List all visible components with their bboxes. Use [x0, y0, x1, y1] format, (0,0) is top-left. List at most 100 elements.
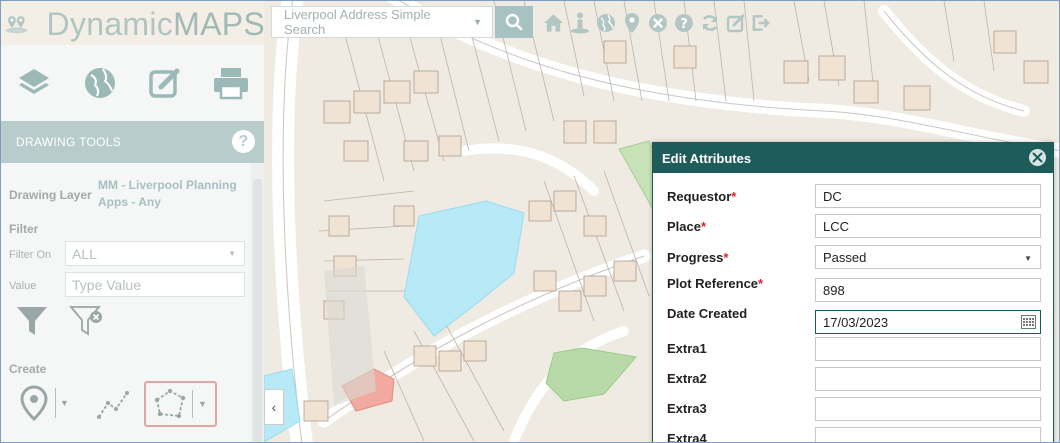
print-button[interactable] — [198, 66, 264, 100]
field-place: Place* LCC — [653, 212, 1053, 242]
field-label: Progress* — [667, 250, 729, 265]
search-icon — [505, 13, 523, 31]
svg-text:?: ? — [680, 17, 688, 32]
close-button[interactable] — [1029, 149, 1046, 166]
create-point-button[interactable]: ▼ — [19, 385, 69, 421]
clear-icon[interactable] — [647, 11, 668, 35]
drawing-layer-value[interactable]: MM - Liverpool Planning Apps - Any — [98, 177, 238, 211]
field-plot-reference: Plot Reference* 898 — [653, 276, 1053, 306]
field-progress: Progress* Passed ▼ — [653, 243, 1053, 273]
field-label: Place* — [667, 219, 707, 234]
close-icon — [1032, 152, 1043, 163]
map-marker-icon[interactable] — [621, 11, 642, 35]
create-polygon-button[interactable]: ▼ — [144, 381, 217, 427]
edit-attributes-dialog: Edit Attributes Requestor* DC Place* LCC… — [652, 142, 1054, 443]
extra3-input[interactable] — [815, 397, 1041, 421]
address-search-select[interactable]: Liverpool Address Simple Search ▼ — [271, 6, 493, 38]
field-value: 898 — [823, 282, 845, 298]
field-label: Plot Reference* — [667, 276, 764, 291]
globe-icon — [84, 68, 115, 98]
value-placeholder: Type Value — [72, 276, 142, 293]
edit-button[interactable] — [133, 66, 199, 100]
field-label: Extra2 — [667, 371, 707, 386]
apply-filter-button[interactable] — [15, 304, 49, 343]
field-requestor: Requestor* DC — [653, 182, 1053, 212]
field-value: LCC — [823, 218, 850, 234]
sidebar-icon-bar — [1, 45, 264, 121]
layers-button[interactable] — [1, 67, 67, 99]
scrollbar-thumb[interactable] — [253, 179, 262, 442]
dialog-title: Edit Attributes — [662, 150, 752, 166]
value-input[interactable]: Type Value — [65, 272, 245, 297]
date-created-input[interactable]: 17/03/2023 — [815, 310, 1041, 334]
plot-reference-input[interactable]: 898 — [815, 278, 1041, 302]
dialog-header: Edit Attributes — [653, 143, 1053, 173]
field-extra3: Extra3 — [653, 395, 1053, 425]
logo-pins-icon — [5, 16, 28, 34]
app-window: ‹ DynamicMAPS Liverpool Address Simple S… — [0, 0, 1060, 443]
field-value: 17/03/2023 — [823, 314, 889, 330]
edit-icon[interactable] — [725, 11, 746, 35]
search-button[interactable] — [495, 6, 533, 38]
caret-down-icon: ▼ — [473, 17, 482, 27]
caret-down-icon: ▼ — [60, 398, 69, 408]
collapse-sidebar-button[interactable]: ‹ — [264, 389, 284, 425]
field-value: Passed — [823, 249, 867, 265]
create-label: Create — [9, 362, 47, 376]
filter-on-label: Filter On — [9, 249, 52, 261]
field-label: Requestor* — [667, 189, 737, 204]
drawing-tools-header: DRAWING TOOLS ? — [1, 121, 264, 163]
filter-icon — [17, 307, 47, 335]
polygon-icon — [154, 388, 186, 419]
logout-icon[interactable] — [751, 11, 772, 35]
map-marker-icon — [20, 385, 48, 421]
refresh-icon[interactable] — [699, 11, 720, 35]
field-extra4: Extra4 — [653, 425, 1053, 443]
caret-down-icon: ▼ — [198, 399, 207, 409]
place-input[interactable]: LCC — [815, 214, 1041, 238]
field-label: Extra3 — [667, 401, 707, 416]
field-label: Extra1 — [667, 341, 707, 356]
value-label: Value — [9, 280, 37, 292]
logo-text-plain: Dynamic — [46, 5, 174, 42]
chevron-left-icon: ‹ — [271, 399, 277, 415]
globe-button[interactable] — [67, 66, 133, 100]
field-label: Extra4 — [667, 431, 707, 443]
field-value: DC — [823, 188, 842, 204]
extra2-input[interactable] — [815, 367, 1041, 391]
help-icon[interactable]: ? — [232, 130, 255, 153]
globe-icon[interactable] — [595, 11, 616, 35]
search-placeholder: Liverpool Address Simple Search — [284, 7, 431, 37]
field-date-created: Date Created 17/03/2023 — [653, 306, 1053, 338]
requestor-input[interactable]: DC — [815, 184, 1041, 208]
edit-icon — [149, 68, 180, 98]
sidebar: DRAWING TOOLS ? Drawing Layer MM - Liver… — [1, 45, 264, 442]
logo-text-bold: MAPS — [173, 5, 265, 42]
progress-select[interactable]: Passed ▼ — [815, 245, 1041, 269]
help-icon[interactable]: ? — [673, 11, 694, 35]
polyline-icon — [97, 391, 129, 419]
filter-on-select[interactable]: ALL ▼ — [65, 241, 245, 266]
filter-on-value: ALL — [72, 245, 97, 262]
caret-down-icon: ▼ — [228, 249, 236, 258]
create-line-button[interactable] — [96, 389, 130, 426]
field-extra2: Extra2 — [653, 365, 1053, 395]
field-label: Date Created — [667, 306, 748, 321]
print-icon — [214, 68, 249, 100]
logo-text: DynamicMAPS — [47, 6, 265, 43]
layers-icon — [18, 69, 49, 94]
filter-label: Filter — [9, 222, 39, 236]
person-pin-icon[interactable] — [569, 11, 590, 35]
caret-down-icon: ▼ — [1024, 254, 1032, 263]
drawing-layer-label: Drawing Layer — [9, 188, 92, 202]
panel-title: DRAWING TOOLS — [16, 135, 122, 149]
extra4-input[interactable] — [815, 427, 1041, 442]
map-toolbar: ? — [543, 7, 772, 39]
field-extra1: Extra1 — [653, 335, 1053, 365]
calendar-icon[interactable] — [1021, 315, 1036, 329]
home-icon[interactable] — [543, 11, 564, 35]
extra1-input[interactable] — [815, 337, 1041, 361]
app-logo: DynamicMAPS — [5, 3, 265, 45]
clear-filter-button[interactable] — [69, 304, 105, 343]
filter-remove-icon — [69, 306, 102, 336]
